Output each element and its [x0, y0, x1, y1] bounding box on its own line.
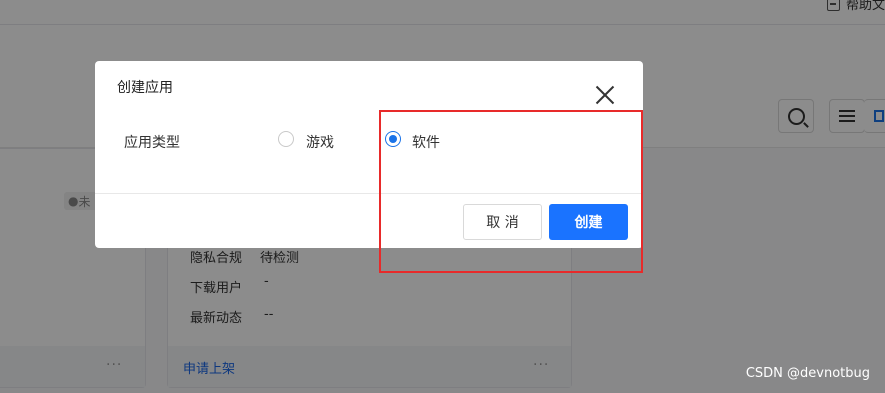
- close-icon[interactable]: [595, 85, 615, 105]
- watermark: CSDN @devnotbug: [745, 366, 870, 381]
- radio-game-label[interactable]: 游戏: [306, 132, 334, 152]
- dialog-title: 创建应用: [117, 80, 173, 96]
- annotation-highlight-box: [379, 110, 643, 273]
- radio-game[interactable]: [278, 131, 294, 147]
- app-type-label: 应用类型: [124, 135, 180, 151]
